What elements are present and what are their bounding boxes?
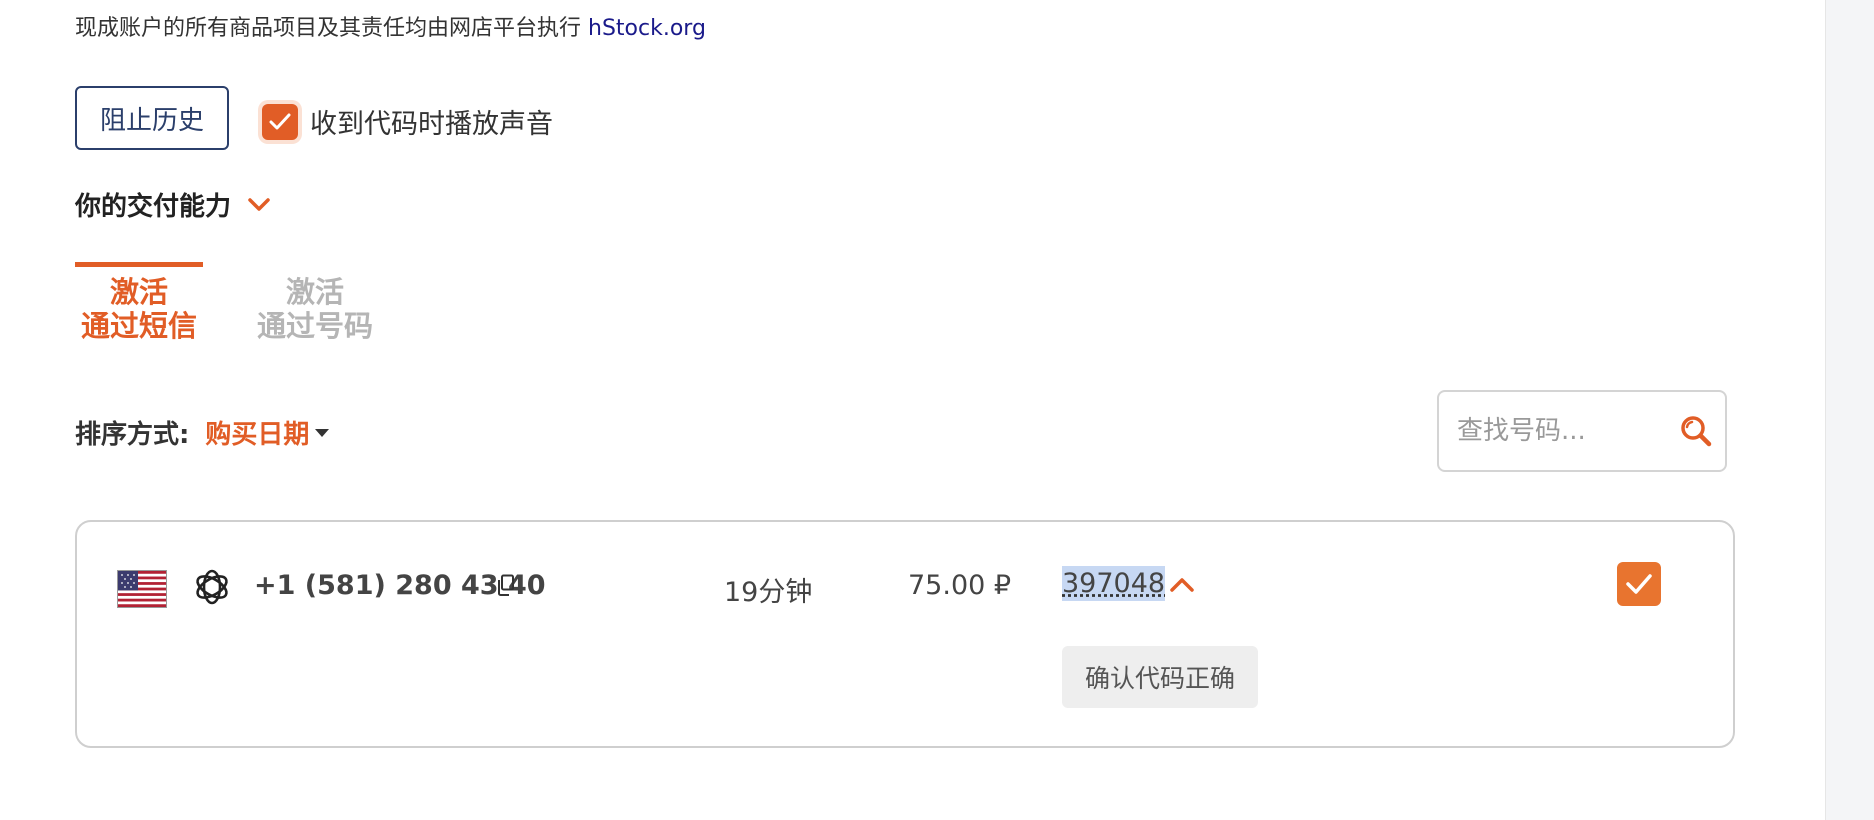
- sound-label: 收到代码时播放声音: [310, 109, 553, 140]
- tab-activation-sms[interactable]: 激活 通过短信: [75, 262, 203, 343]
- search-input[interactable]: [1455, 415, 1669, 447]
- sound-checkbox[interactable]: [262, 103, 298, 140]
- block-history-label: 阻止历史: [99, 105, 204, 136]
- capabilities-title: 你的交付能力: [75, 192, 232, 222]
- tab-sms-line2: 通过短信: [80, 309, 197, 343]
- search-box: [1437, 390, 1727, 472]
- tab-number-line1: 激活: [285, 275, 344, 309]
- block-history-button[interactable]: 阻止历史: [75, 86, 229, 150]
- check-icon: [1626, 574, 1652, 594]
- search-icon[interactable]: [1679, 414, 1713, 448]
- page: 现成账户的所有商品项目及其责任均由网店平台执行 hStock.org 阻止历史 …: [0, 0, 1825, 820]
- sort-label: 排序方式:: [75, 420, 190, 450]
- openai-icon: [196, 569, 228, 605]
- sort-control: 排序方式: 购买日期: [75, 414, 330, 451]
- notice-text: 现成账户的所有商品项目及其责任均由网店平台执行: [75, 16, 582, 41]
- order-duration: 19分钟: [724, 577, 813, 608]
- tab-number-line2: 通过号码: [256, 309, 373, 343]
- sort-value-dropdown[interactable]: 购买日期: [205, 414, 309, 451]
- check-icon: [269, 113, 291, 129]
- us-flag-icon: [117, 570, 167, 608]
- order-price: 75.00 ₽: [908, 570, 1012, 601]
- scrollbar-track[interactable]: [1825, 0, 1874, 820]
- platform-notice: 现成账户的所有商品项目及其责任均由网店平台执行 hStock.org: [75, 10, 706, 42]
- caret-down-icon[interactable]: [315, 428, 330, 437]
- copy-icon[interactable]: [497, 574, 515, 596]
- chevron-down-icon: [248, 197, 270, 211]
- sound-toggle[interactable]: 收到代码时播放声音: [262, 102, 553, 141]
- chevron-up-icon[interactable]: [1169, 576, 1195, 594]
- tab-activation-number[interactable]: 激活 通过号码: [251, 262, 379, 343]
- tab-sms-line1: 激活: [109, 275, 168, 309]
- confirm-code-button[interactable]: 确认代码正确: [1062, 646, 1258, 708]
- delivery-capabilities-toggle[interactable]: 你的交付能力: [75, 186, 271, 223]
- order-checkbox[interactable]: [1617, 562, 1661, 606]
- order-card: +1 (581) 280 43 40 19分钟 75.00 ₽ 397048 确…: [75, 520, 1735, 748]
- sms-code[interactable]: 397048: [1062, 566, 1166, 601]
- confirm-code-label: 确认代码正确: [1084, 664, 1235, 693]
- hstock-link[interactable]: hStock.org: [588, 16, 706, 41]
